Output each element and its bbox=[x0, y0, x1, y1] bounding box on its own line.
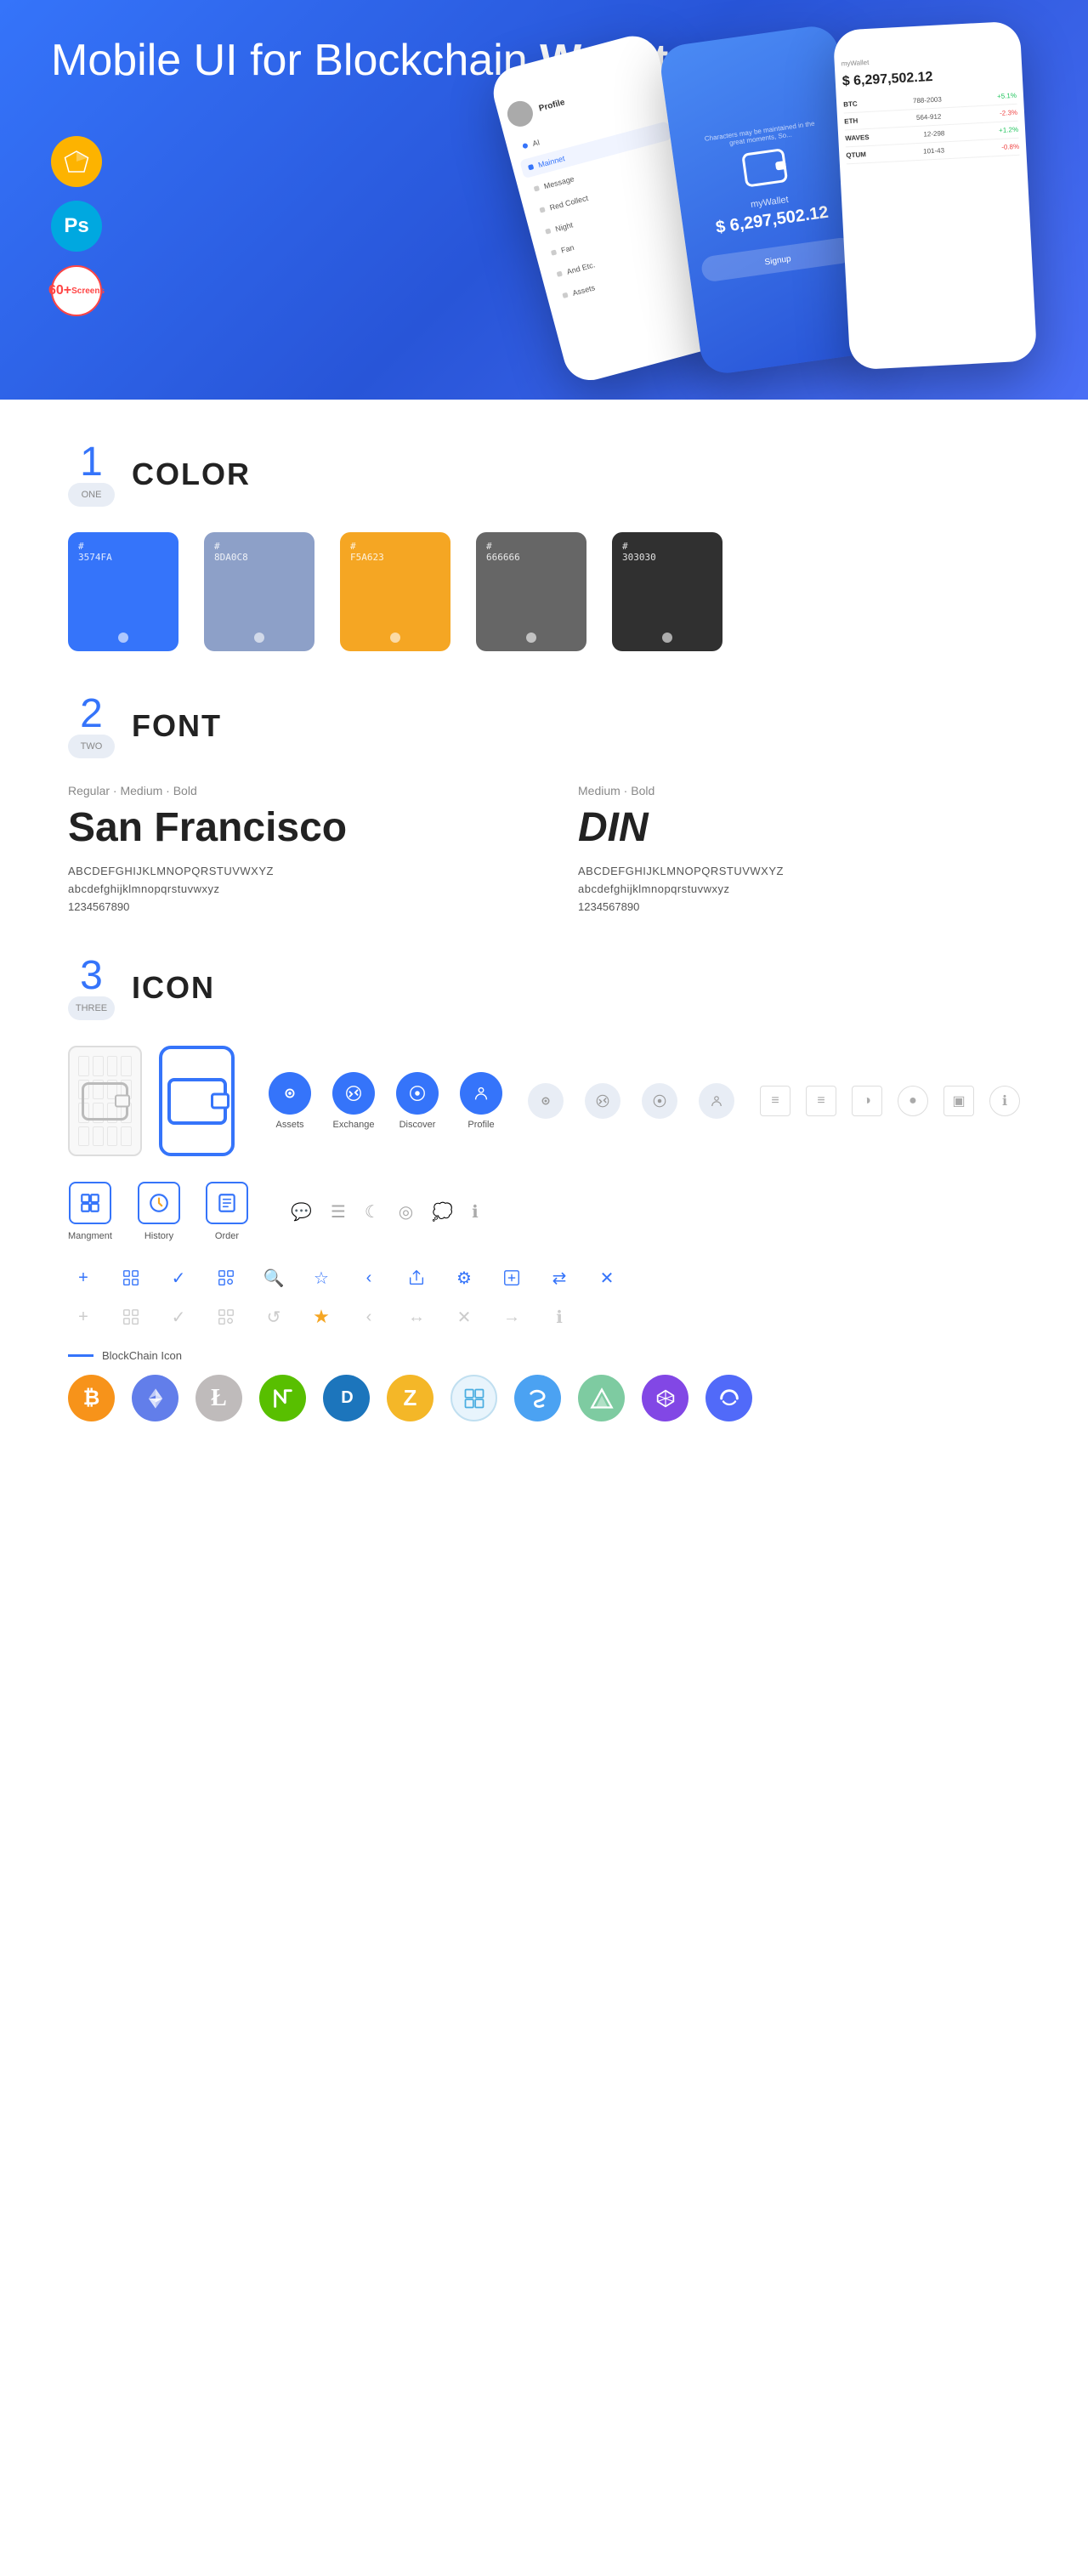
icon-star-gray: ★ bbox=[306, 1302, 337, 1332]
icon-management: Mangment bbox=[68, 1182, 112, 1241]
icon-plus-gray: + bbox=[68, 1302, 99, 1332]
icon-close-x-gray: ✕ bbox=[449, 1302, 479, 1332]
icon-chevron-left-gray: ‹ bbox=[354, 1302, 384, 1332]
icon-arrows-gray: ↔ bbox=[401, 1302, 432, 1332]
icon-check: ✓ bbox=[163, 1262, 194, 1293]
icon-info-gray: ℹ bbox=[544, 1302, 575, 1332]
icon-message-dots: 💭 bbox=[432, 1201, 453, 1223]
swatch-orange: #F5A623 bbox=[340, 532, 450, 651]
blockchain-label-row: BlockChain Icon bbox=[68, 1349, 1020, 1362]
icon-stack: ☰ bbox=[331, 1201, 346, 1223]
swatch-dark: #303030 bbox=[612, 532, 722, 651]
crypto-bitcoin: ₿ bbox=[68, 1375, 115, 1421]
icon-history: History bbox=[138, 1182, 180, 1241]
phones-container: Profile AI Mainnet Message Red Collect bbox=[510, 17, 1088, 400]
icon-chevron-left: ‹ bbox=[354, 1262, 384, 1293]
font-sf: Regular · Medium · Bold San Francisco AB… bbox=[68, 784, 510, 913]
swatch-slate: #8DA0C8 bbox=[204, 532, 314, 651]
color-section-header: 1 ONE COLOR bbox=[68, 442, 1020, 507]
blockchain-line bbox=[68, 1354, 94, 1357]
font-display: Regular · Medium · Bold San Francisco AB… bbox=[68, 784, 1020, 913]
crypto-grid bbox=[450, 1375, 497, 1421]
icon-circle: ◎ bbox=[399, 1201, 413, 1223]
icon-section-header: 3 THREE ICON bbox=[68, 956, 1020, 1020]
nav-icon-discover: Discover bbox=[396, 1072, 439, 1130]
sketch-badge bbox=[51, 136, 102, 187]
section-number-2: 2 TWO bbox=[68, 694, 115, 758]
icon-export bbox=[496, 1262, 527, 1293]
phone-right: myWallet $ 6,297,502.12 BTC 788-2003 +5.… bbox=[833, 21, 1038, 371]
icon-wireframe bbox=[68, 1046, 142, 1156]
hero-section: Mobile UI for Blockchain Wallet UI Kit P… bbox=[0, 0, 1088, 400]
crypto-ardr bbox=[578, 1375, 625, 1421]
small-icons-blue: + ✓ 🔍 ☆ ‹ ⚙ ⇄ ✕ bbox=[68, 1262, 1020, 1293]
icon-share bbox=[401, 1262, 432, 1293]
nav-icon-exchange: Exchange bbox=[332, 1072, 375, 1130]
icon-bottom-nav: Mangment History Order 💬 ☰ ☾ ◎ 💭 bbox=[68, 1182, 1020, 1241]
icon-arrow-right-gray: → bbox=[496, 1302, 527, 1332]
icon-check-gray: ✓ bbox=[163, 1302, 194, 1332]
icon-close: ✕ bbox=[592, 1262, 622, 1293]
icon-wallet-blue bbox=[159, 1046, 235, 1156]
icon-order: Order bbox=[206, 1182, 248, 1241]
nav-icon-assets: Assets bbox=[269, 1072, 311, 1130]
icon-swap: ⇄ bbox=[544, 1262, 575, 1293]
crypto-neo bbox=[259, 1375, 306, 1421]
icon-display: Assets Exchange Discover bbox=[68, 1046, 1020, 1421]
icon-grid-edit-gray bbox=[116, 1302, 146, 1332]
crypto-steem bbox=[514, 1375, 561, 1421]
screens-badge: 60+ Screens bbox=[51, 265, 102, 316]
font-din: Medium · Bold DIN ABCDEFGHIJKLMNOPQRSTUV… bbox=[578, 784, 1020, 913]
crypto-zcash: Z bbox=[387, 1375, 434, 1421]
icon-grid-edit bbox=[116, 1262, 146, 1293]
crypto-band bbox=[706, 1375, 752, 1421]
section-number-3: 3 THREE bbox=[68, 956, 115, 1020]
crypto-litecoin: Ł bbox=[196, 1375, 242, 1421]
icon-search: 🔍 bbox=[258, 1262, 289, 1293]
nav-icon-profile: Profile bbox=[460, 1072, 502, 1130]
hero-badges: Ps 60+ Screens bbox=[51, 136, 102, 316]
crypto-ethereum bbox=[132, 1375, 178, 1421]
icon-settings: ⚙ bbox=[449, 1262, 479, 1293]
crypto-matic bbox=[642, 1375, 688, 1421]
icon-main-row: Assets Exchange Discover bbox=[68, 1046, 1020, 1156]
swatch-gray: #666666 bbox=[476, 532, 586, 651]
icon-chat: 💬 bbox=[291, 1201, 312, 1223]
icon-qr-gray bbox=[211, 1302, 241, 1332]
icon-qr bbox=[211, 1262, 241, 1293]
icon-moon: ☾ bbox=[365, 1201, 380, 1223]
crypto-dash: D bbox=[323, 1375, 370, 1421]
swatch-blue: #3574FA bbox=[68, 532, 178, 651]
color-swatches: #3574FA #8DA0C8 #F5A623 #666666 #303030 bbox=[68, 532, 1020, 651]
ps-badge: Ps bbox=[51, 201, 102, 252]
icon-star: ☆ bbox=[306, 1262, 337, 1293]
font-section-header: 2 TWO FONT bbox=[68, 694, 1020, 758]
small-icons-gray: + ✓ ↺ ★ ‹ ↔ ✕ → ℹ bbox=[68, 1302, 1020, 1332]
icon-info: ℹ bbox=[472, 1201, 479, 1223]
crypto-icons: ₿ Ł D Z bbox=[68, 1375, 1020, 1421]
icon-refresh-gray: ↺ bbox=[258, 1302, 289, 1332]
icon-plus: + bbox=[68, 1262, 99, 1293]
section-number-1: 1 ONE bbox=[68, 442, 115, 507]
